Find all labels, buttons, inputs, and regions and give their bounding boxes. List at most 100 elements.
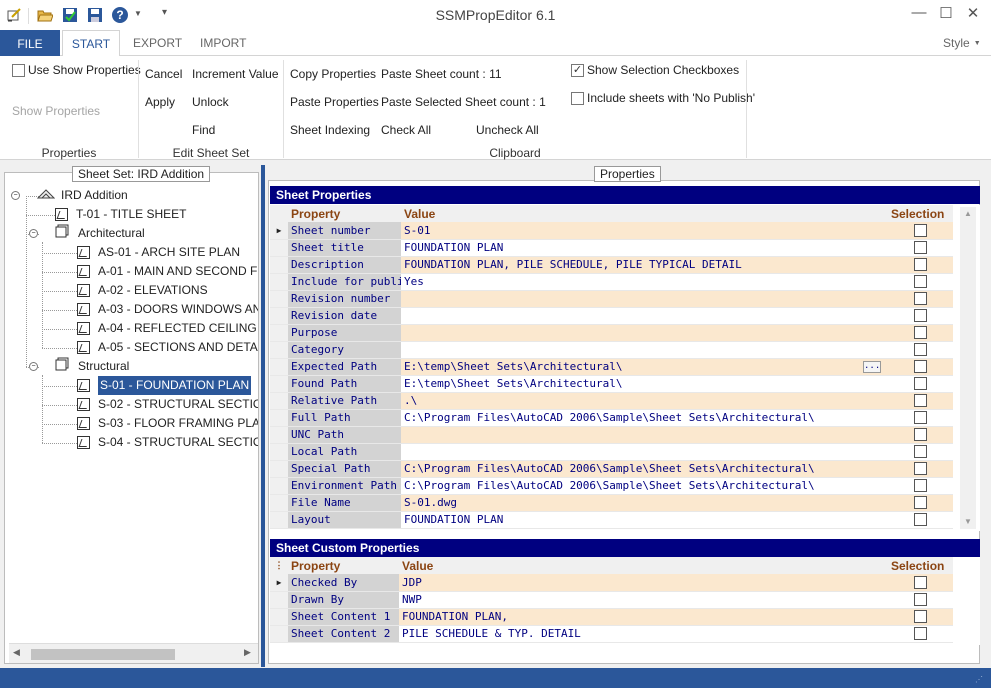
tree-horizontal-scrollbar[interactable]: ◀ ▶ (9, 643, 258, 663)
property-value[interactable]: JDP (399, 574, 887, 592)
uncheck-all-button[interactable]: Uncheck All (476, 123, 539, 137)
scroll-left-icon[interactable]: ◀ (13, 647, 20, 658)
tab-start[interactable]: START (62, 30, 120, 57)
column-value[interactable]: Value (399, 557, 887, 574)
browse-button[interactable]: ... (863, 360, 881, 373)
selection-checkbox[interactable] (913, 627, 927, 641)
property-value[interactable]: FOUNDATION PLAN, (399, 608, 887, 626)
selection-checkbox[interactable] (913, 241, 927, 255)
style-menu[interactable]: Style ▼ (943, 36, 981, 50)
selection-checkbox[interactable] (913, 411, 927, 425)
property-row[interactable]: Layout FOUNDATION PLAN (270, 511, 953, 529)
column-value[interactable]: Value (401, 205, 887, 222)
scroll-down-icon[interactable]: ▼ (964, 517, 972, 526)
unlock-button[interactable]: Unlock (192, 95, 229, 109)
cancel-button[interactable]: Cancel (145, 67, 182, 81)
tree-node-sheet[interactable]: A-03 - DOORS WINDOWS AN (77, 300, 258, 319)
property-row[interactable]: Expected Path E:\temp\Sheet Sets\Architec… (270, 358, 953, 376)
apply-button[interactable]: Apply (145, 95, 175, 109)
tab-import[interactable]: IMPORT (200, 36, 246, 50)
column-property[interactable]: Property (288, 557, 399, 574)
property-value[interactable]: S-01 (401, 222, 887, 240)
tree-node-subset[interactable]: − Structural (29, 357, 129, 376)
selection-checkbox[interactable] (913, 462, 927, 476)
check-all-button[interactable]: Check All (381, 123, 431, 137)
property-row[interactable]: File Name S-01.dwg (270, 494, 953, 512)
column-selection[interactable]: Selection (887, 557, 953, 574)
selection-checkbox[interactable] (913, 445, 927, 459)
tree-node-sheet[interactable]: A-01 - MAIN AND SECOND FL (77, 262, 258, 281)
property-value[interactable]: FOUNDATION PLAN (401, 239, 887, 257)
selection-checkbox[interactable] (913, 479, 927, 493)
increment-value-button[interactable]: Increment Value (192, 67, 279, 81)
property-value[interactable]: C:\Program Files\AutoCAD 2006\Sample\She… (401, 409, 887, 427)
property-row[interactable]: UNC Path (270, 426, 953, 444)
property-value[interactable]: C:\Program Files\AutoCAD 2006\Sample\She… (401, 460, 887, 478)
tree-node-sheet[interactable]: S-02 - STRUCTURAL SECTIO (77, 395, 258, 414)
column-property[interactable]: Property (288, 205, 401, 222)
sheet-tree[interactable]: − IRD Addition T-01 - TITLE SHEET − Architec… (9, 182, 258, 643)
use-show-properties-checkbox[interactable]: Use Show Properties (12, 63, 141, 77)
property-row[interactable]: Description FOUNDATION PLAN, PILE SCHEDUL… (270, 256, 953, 274)
copy-properties-button[interactable]: Copy Properties (290, 67, 376, 81)
property-row[interactable]: Sheet Content 1 FOUNDATION PLAN, (270, 608, 953, 626)
tab-export[interactable]: EXPORT (133, 36, 182, 50)
tree-node-sheet[interactable]: T-01 - TITLE SHEET (55, 205, 186, 224)
property-row[interactable]: Sheet Content 2 PILE SCHEDULE & TYP. DETA… (270, 625, 953, 643)
property-row[interactable]: Purpose (270, 324, 953, 342)
property-row[interactable]: Relative Path .\ (270, 392, 953, 410)
property-value[interactable]: FOUNDATION PLAN, PILE SCHEDULE, PILE TYP… (401, 256, 887, 274)
property-row[interactable]: ▶ Sheet number S-01 (270, 222, 953, 240)
selection-checkbox[interactable] (913, 610, 927, 624)
column-selection[interactable]: Selection (887, 205, 953, 222)
selection-checkbox[interactable] (913, 309, 927, 323)
tree-node-sheet[interactable]: S-03 - FLOOR FRAMING PLA (77, 414, 258, 433)
include-no-publish-checkbox[interactable]: Include sheets with 'No Publish' (571, 91, 755, 105)
selection-checkbox[interactable] (913, 428, 927, 442)
property-value[interactable] (401, 443, 887, 461)
property-row[interactable]: Category (270, 341, 953, 359)
collapse-icon[interactable]: − (11, 191, 20, 200)
minimize-button[interactable]: — (907, 4, 931, 24)
property-row[interactable]: Environment Path C:\Program Files\AutoCAD… (270, 477, 953, 495)
selection-checkbox[interactable] (913, 576, 927, 589)
property-row[interactable]: Local Path (270, 443, 953, 461)
collapse-icon[interactable]: − (29, 362, 38, 371)
show-selection-checkboxes[interactable]: Show Selection Checkboxes (571, 63, 739, 77)
tree-node-sheet[interactable]: AS-01 - ARCH SITE PLAN (77, 243, 240, 262)
resize-grip-icon[interactable]: ⋰ (975, 675, 983, 684)
property-value[interactable] (401, 324, 887, 342)
property-value[interactable]: E:\temp\Sheet Sets\Architectural\ (401, 375, 887, 393)
splitter[interactable] (261, 165, 265, 667)
property-row[interactable]: Revision number (270, 290, 953, 308)
property-value[interactable] (401, 307, 887, 325)
property-row[interactable]: Revision date (270, 307, 953, 325)
tree-node-sheet[interactable]: A-04 - REFLECTED CEILING (77, 319, 257, 338)
property-row[interactable]: Special Path C:\Program Files\AutoCAD 200… (270, 460, 953, 478)
property-row[interactable]: Drawn By NWP (270, 591, 953, 609)
tree-node-sheet[interactable]: A-05 - SECTIONS AND DETA (77, 338, 258, 357)
property-value[interactable] (401, 426, 887, 444)
selection-checkbox[interactable] (913, 224, 927, 237)
property-row[interactable]: ▶ Checked By JDP (270, 574, 953, 592)
collapse-icon[interactable]: − (29, 229, 38, 238)
tree-node-sheet[interactable]: S-01 - FOUNDATION PLAN (77, 376, 252, 395)
property-row[interactable]: Found Path E:\temp\Sheet Sets\Architectur… (270, 375, 953, 393)
property-row[interactable]: Full Path C:\Program Files\AutoCAD 2006\S… (270, 409, 953, 427)
selection-checkbox[interactable] (913, 343, 927, 357)
property-value[interactable]: C:\Program Files\AutoCAD 2006\Sample\She… (401, 477, 887, 495)
property-value[interactable]: S-01.dwg (401, 494, 887, 512)
property-value[interactable] (401, 341, 887, 359)
scroll-right-icon[interactable]: ▶ (244, 647, 251, 658)
find-button[interactable]: Find (192, 123, 215, 137)
property-value[interactable]: Yes (401, 273, 887, 291)
property-value[interactable] (401, 290, 887, 308)
selection-checkbox[interactable] (913, 275, 927, 289)
tree-node-sheet[interactable]: A-02 - ELEVATIONS (77, 281, 208, 300)
tab-file[interactable]: FILE (0, 30, 60, 57)
scroll-thumb[interactable] (31, 649, 175, 660)
paste-properties-button[interactable]: Paste Properties (290, 95, 379, 109)
selection-checkbox[interactable] (913, 496, 927, 510)
property-value[interactable]: NWP (399, 591, 887, 609)
tree-node-subset[interactable]: − Architectural (29, 224, 145, 243)
